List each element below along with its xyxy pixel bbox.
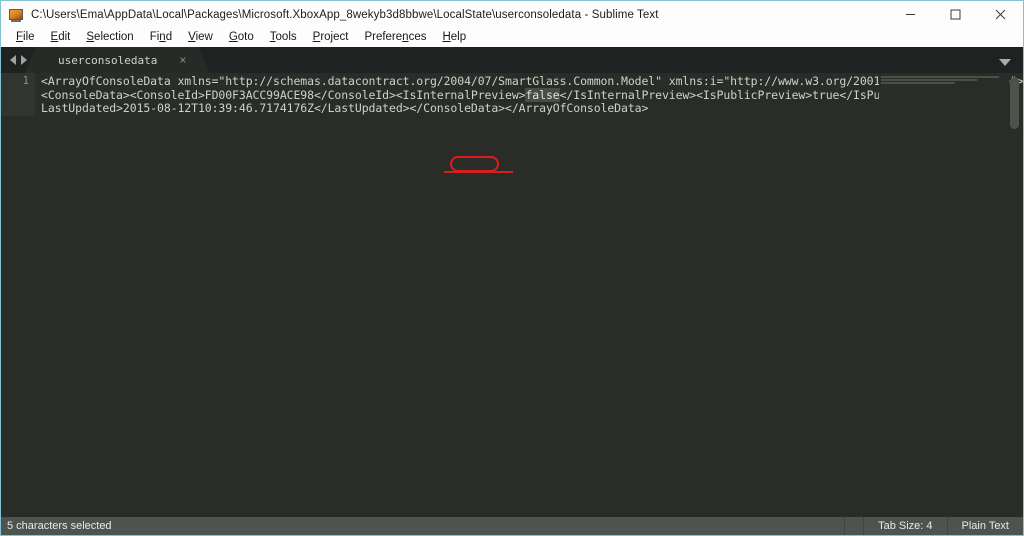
tab-close-icon[interactable]: ×	[179, 54, 186, 66]
close-button[interactable]	[978, 1, 1023, 28]
menu-item-preferences[interactable]: Preferences	[356, 28, 434, 47]
vertical-scrollbar-thumb[interactable]	[1010, 77, 1019, 129]
editor-area[interactable]: 1 <ArrayOfConsoleData xmlns="http://sche…	[1, 73, 1023, 517]
gutter-active-block	[1, 73, 35, 116]
menu-item-edit[interactable]: Edit	[43, 28, 79, 47]
status-selection-info: 5 characters selected	[7, 520, 112, 532]
menu-item-selection[interactable]: Selection	[78, 28, 141, 47]
code-line-1-part-3: LastUpdated>2015-08-12T10:39:46.7174176Z…	[41, 101, 649, 116]
window-title: C:\Users\Ema\AppData\Local\Packages\Micr…	[31, 8, 659, 21]
vertical-scrollbar-track[interactable]	[1010, 73, 1021, 517]
tab-label: userconsoledata	[58, 53, 158, 67]
menu-item-help[interactable]: Help	[434, 28, 474, 47]
line-number-1: 1	[22, 75, 29, 87]
tab-bar: userconsoledata ×	[1, 47, 1023, 73]
code-text-before-selection: <ConsoleData><ConsoleId>FD00F3ACC99ACE98…	[41, 87, 526, 102]
sublime-text-icon	[8, 7, 24, 23]
sublime-text-window: C:\Users\Ema\AppData\Local\Packages\Micr…	[0, 0, 1024, 536]
status-bar-right: Tab Size: 4 Plain Text	[844, 517, 1023, 535]
status-bar: 5 characters selected Tab Size: 4 Plain …	[1, 517, 1023, 535]
line-number-gutter: 1	[1, 73, 35, 517]
previous-tab-arrow-icon[interactable]	[10, 55, 16, 65]
menu-item-view[interactable]: View	[180, 28, 221, 47]
status-divider	[844, 517, 863, 535]
menu-item-goto[interactable]: Goto	[221, 28, 262, 47]
code-line-1-part-1: <ArrayOfConsoleData xmlns="http://schema…	[41, 74, 1023, 88]
minimize-button[interactable]	[888, 1, 933, 28]
menu-item-tools[interactable]: Tools	[262, 28, 305, 47]
tab-userconsoledata[interactable]: userconsoledata ×	[24, 47, 211, 73]
menu-item-find[interactable]: Find	[142, 28, 180, 47]
minimap[interactable]	[879, 73, 1009, 517]
title-bar: C:\Users\Ema\AppData\Local\Packages\Micr…	[1, 1, 1023, 28]
status-syntax-mode[interactable]: Plain Text	[946, 517, 1024, 535]
maximize-button[interactable]	[933, 1, 978, 28]
tab-overflow-chevron-down-icon[interactable]	[999, 59, 1011, 66]
menu-bar: File Edit Selection Find View Goto Tools…	[1, 28, 1023, 47]
status-tab-size[interactable]: Tab Size: 4	[863, 517, 946, 535]
menu-item-project[interactable]: Project	[305, 28, 357, 47]
menu-item-file[interactable]: File	[8, 28, 43, 47]
selected-text-false[interactable]: false	[525, 87, 560, 102]
code-content[interactable]: <ArrayOfConsoleData xmlns="http://schema…	[35, 73, 1023, 517]
window-controls	[888, 1, 1023, 28]
code-line-1-part-2: <ConsoleData><ConsoleId>FD00F3ACC99ACE98…	[41, 87, 1023, 103]
